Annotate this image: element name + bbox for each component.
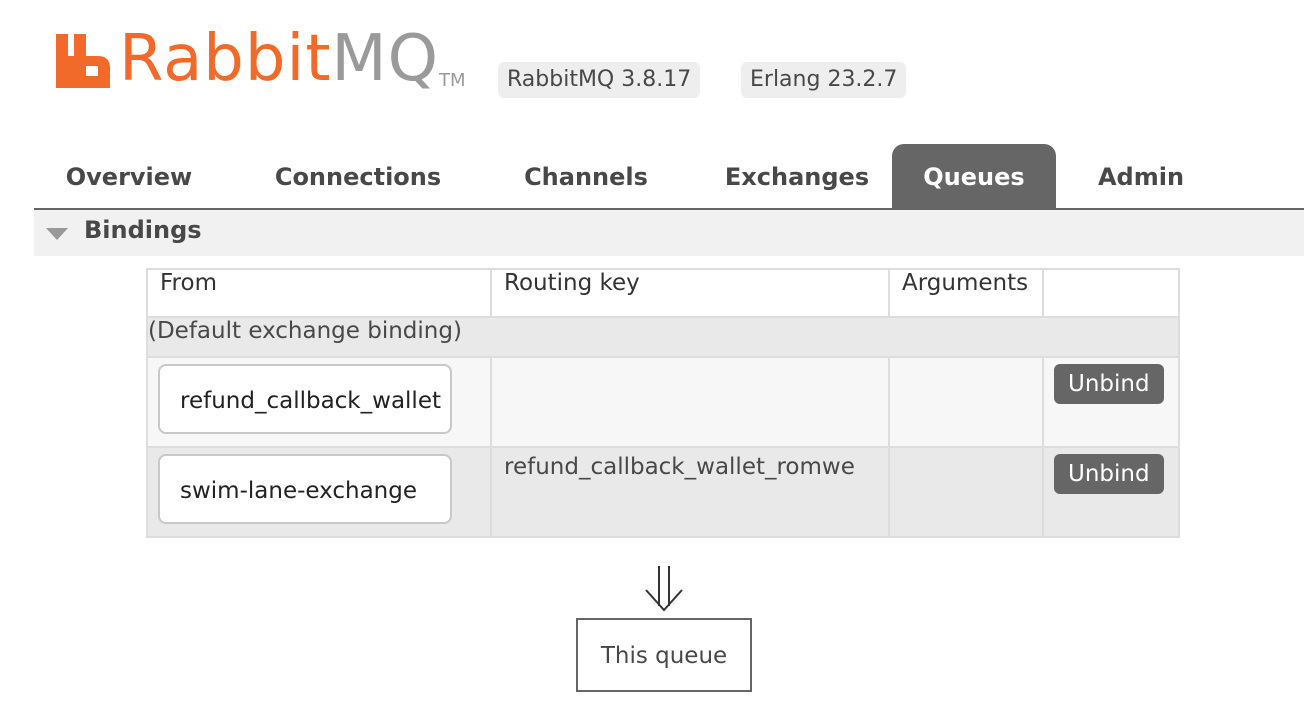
- logo-wordmark: RabbitMQ: [119, 22, 439, 96]
- table-row-group: (Default exchange binding): [146, 316, 1180, 358]
- tab-connections[interactable]: Connections: [248, 144, 468, 208]
- column-header-routing-key: Routing key: [490, 268, 890, 318]
- triangle-down-icon: [46, 228, 68, 240]
- rabbitmq-version-badge: RabbitMQ 3.8.17: [498, 62, 701, 98]
- action-cell: Unbind: [1042, 356, 1180, 448]
- tab-queues[interactable]: Queues: [892, 144, 1056, 208]
- action-cell: Unbind: [1042, 446, 1180, 538]
- this-queue-box: This queue: [576, 618, 752, 692]
- erlang-version-badge: Erlang 23.2.7: [741, 62, 907, 98]
- column-header-actions: [1042, 268, 1180, 318]
- arguments-cell: [888, 446, 1044, 538]
- unbind-button[interactable]: Unbind: [1054, 364, 1164, 404]
- from-cell: refund_callback_wallet: [146, 356, 492, 448]
- double-down-arrow-icon: [645, 566, 683, 612]
- exchange-link[interactable]: refund_callback_wallet: [158, 364, 452, 434]
- rabbitmq-logo-icon: [56, 34, 110, 88]
- section-title: Bindings: [84, 216, 202, 244]
- default-exchange-binding-label: (Default exchange binding): [146, 316, 1180, 358]
- arguments-cell: [888, 356, 1044, 448]
- table-header-row: From Routing key Arguments: [146, 268, 1180, 318]
- column-header-arguments: Arguments: [888, 268, 1044, 318]
- main-nav-tabs: Overview Connections Channels Exchanges …: [34, 144, 1304, 210]
- column-header-from: From: [146, 268, 492, 318]
- tab-exchanges[interactable]: Exchanges: [694, 144, 900, 208]
- from-cell: swim-lane-exchange: [146, 446, 492, 538]
- tab-channels[interactable]: Channels: [492, 144, 680, 208]
- trademark-label: TM: [439, 70, 466, 91]
- bindings-table: From Routing key Arguments (Default exch…: [146, 268, 1180, 538]
- unbind-button[interactable]: Unbind: [1054, 454, 1164, 494]
- routing-key-cell: [490, 356, 890, 448]
- bindings-section-toggle[interactable]: Bindings: [34, 210, 1304, 256]
- routing-key-cell: refund_callback_wallet_romwe: [490, 446, 890, 538]
- exchange-link[interactable]: swim-lane-exchange: [158, 454, 452, 524]
- table-row: refund_callback_wallet Unbind: [146, 356, 1180, 448]
- tab-admin[interactable]: Admin: [1074, 144, 1208, 208]
- tab-overview[interactable]: Overview: [34, 144, 224, 208]
- table-row: swim-lane-exchange refund_callback_walle…: [146, 446, 1180, 538]
